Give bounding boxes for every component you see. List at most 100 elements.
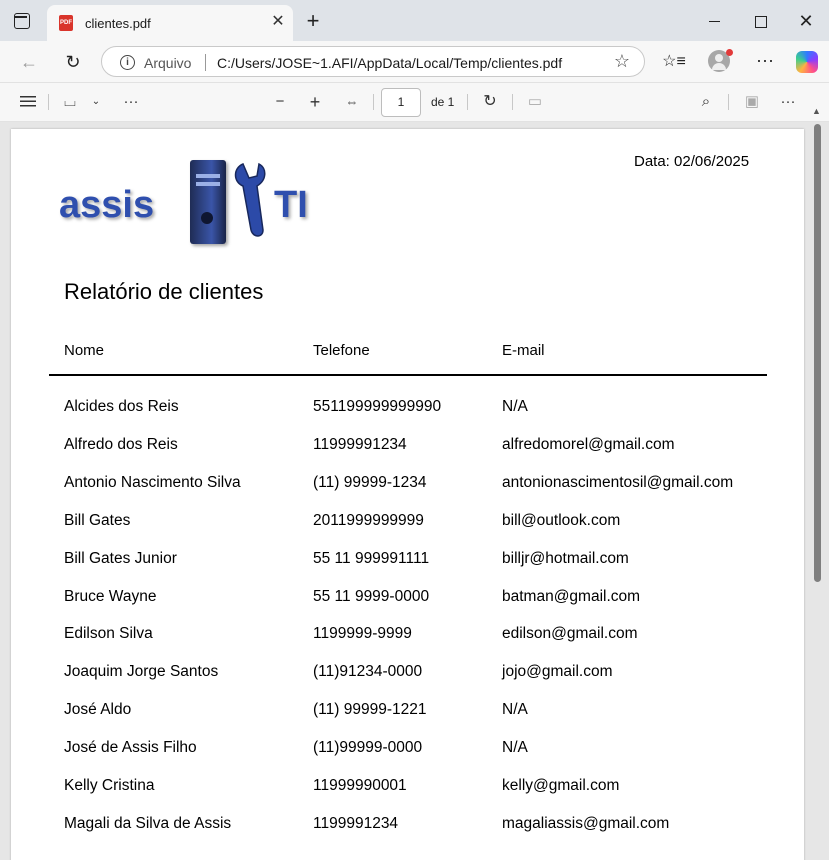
cell-nome: Kelly Cristina xyxy=(64,777,155,794)
tab-close-icon[interactable]: ✕ xyxy=(269,13,287,31)
cell-email: antonionascimentosil@gmail.com xyxy=(502,473,734,491)
table-row: Bruce Wayne 55 11 9999-0000 batman@gmail.c… xyxy=(11,588,804,614)
cell-email: bill@outlook.com xyxy=(502,511,621,529)
cell-email: N/A xyxy=(502,398,528,415)
more-options-icon[interactable]: ··· xyxy=(752,49,778,75)
cell-nome: Edilson Silva xyxy=(64,625,153,643)
toolbar-separator xyxy=(467,94,468,110)
cell-telefone: 11999990001 xyxy=(313,777,407,794)
cell-telefone: (11)91234-0000 xyxy=(313,663,423,681)
computer-tower-icon xyxy=(190,160,226,244)
favorites-icon[interactable]: ☆≡ xyxy=(661,49,687,75)
address-bar[interactable]: i Arquivo C:/Users/JOSE~1.AFI/AppData/Lo… xyxy=(101,46,645,77)
title-bar: PDF clientes.pdf ✕ + ✕ xyxy=(0,0,829,41)
url-text[interactable]: C:/Users/JOSE~1.AFI/AppData/Local/Temp/c… xyxy=(217,55,562,71)
report-title: Relatório de clientes xyxy=(64,279,264,304)
new-tab-button[interactable]: + xyxy=(302,10,324,32)
tab-actions-icon[interactable] xyxy=(14,13,30,29)
table-row: Edilson Silva 1199999-9999 edilson@gmail.c… xyxy=(11,625,804,651)
zoom-out-icon[interactable]: − xyxy=(268,91,292,113)
report-date: Data: 02/06/2025 xyxy=(634,153,750,170)
cell-telefone: 55 11 999991111 xyxy=(313,549,430,567)
draw-icon[interactable]: ⌴ xyxy=(58,91,82,113)
cell-email: N/A xyxy=(502,739,528,757)
page-view-icon[interactable]: ▭ xyxy=(523,91,547,113)
table-row: Bill Gates 2011999999999 bill@outlook.com xyxy=(11,512,804,538)
close-window-button[interactable]: ✕ xyxy=(791,8,821,34)
cell-email: kelly@gmail.com xyxy=(502,777,620,794)
table-row: Alfredo dos Reis 11999991234 alfredomorel@… xyxy=(11,436,804,462)
page-number-input[interactable]: 1 xyxy=(381,88,421,117)
table-row: Joaquim Jorge Santos (11)91234-0000 jojo@g… xyxy=(11,663,804,689)
cell-email: jojo@gmail.com xyxy=(502,663,613,681)
wrench-icon xyxy=(234,162,266,237)
info-icon[interactable]: i xyxy=(120,55,135,70)
tab-title: clientes.pdf xyxy=(85,16,151,31)
address-bar-row: ← ↻ i Arquivo C:/Users/JOSE~1.AFI/AppDat… xyxy=(0,41,829,82)
table-row: Antonio Nascimento Silva (11) 99999-1234 a… xyxy=(11,474,804,500)
toolbar-separator xyxy=(373,94,374,110)
cell-telefone: 551199999999990 xyxy=(313,398,442,415)
pdf-toolbar: ⌴ ⌄ ··· − + ⇔ 1 de 1 ↻ ▭ ⌕ ▣ ··· xyxy=(0,82,829,122)
cell-nome: Bruce Wayne xyxy=(64,587,157,605)
chevron-down-icon[interactable]: ⌄ xyxy=(84,91,108,113)
zoom-in-icon[interactable]: + xyxy=(303,91,327,113)
toolbar-separator xyxy=(728,94,729,110)
maximize-button[interactable] xyxy=(745,8,775,34)
search-icon[interactable]: ⌕ xyxy=(694,91,718,113)
star-favorite-icon[interactable]: ☆ xyxy=(614,51,630,72)
reload-button[interactable]: ↻ xyxy=(60,49,86,75)
logo-text-ti: TI xyxy=(274,184,308,226)
scrollbar-thumb[interactable] xyxy=(814,124,821,582)
scroll-up-arrow-icon[interactable]: ▲ xyxy=(812,106,821,116)
cell-telefone: 11999991234 xyxy=(313,435,407,453)
table-row: Magali da Silva de Assis 1199991234 magali… xyxy=(11,815,804,841)
cell-email: edilson@gmail.com xyxy=(502,625,638,643)
cell-nome: Bill Gates xyxy=(64,511,131,529)
table-row: Bill Gates Junior 55 11 999991111 billjr@h… xyxy=(11,550,804,576)
cell-email: alfredomorel@gmail.com xyxy=(502,435,675,453)
vertical-scrollbar[interactable]: ▲ xyxy=(811,106,825,860)
column-header-email: E-mail xyxy=(502,342,545,359)
page-count-label: de 1 xyxy=(431,95,455,109)
profile-notification-dot xyxy=(726,49,733,56)
pdf-more-options-icon[interactable]: ··· xyxy=(776,91,800,113)
address-separator xyxy=(205,54,206,71)
rotate-icon[interactable]: ↻ xyxy=(478,91,502,113)
pdf-page: assis TI Data: 02/06/2025 Relatório de c… xyxy=(11,129,804,860)
cell-telefone: (11) 99999-1221 xyxy=(313,701,427,719)
cell-nome: José Aldo xyxy=(64,701,132,719)
copilot-icon[interactable] xyxy=(796,51,818,73)
cell-telefone: (11)99999-0000 xyxy=(313,739,423,757)
table-row: José Aldo (11) 99999-1221 N/A xyxy=(11,701,804,727)
header-divider xyxy=(49,374,767,376)
pdf-file-icon: PDF xyxy=(59,15,73,31)
cell-telefone: 2011999999999 xyxy=(313,511,424,529)
cell-email: billjr@hotmail.com xyxy=(502,549,629,567)
cell-email: magaliassis@gmail.com xyxy=(502,814,670,832)
table-row: José de Assis Filho (11)99999-0000 N/A xyxy=(11,739,804,765)
logo-text-assis: assis xyxy=(59,184,155,226)
column-header-telefone: Telefone xyxy=(313,342,370,359)
cell-nome: Bill Gates Junior xyxy=(64,549,177,567)
table-of-contents-icon[interactable] xyxy=(16,91,40,113)
cell-nome: Antonio Nascimento Silva xyxy=(64,473,241,491)
table-row: Kelly Cristina 11999990001 kelly@gmail.com xyxy=(11,777,804,803)
cell-telefone: (11) 99999-1234 xyxy=(313,473,427,491)
scheme-label: Arquivo xyxy=(144,55,192,71)
back-button[interactable]: ← xyxy=(16,49,42,75)
minimize-button[interactable] xyxy=(700,8,730,34)
cell-nome: Joaquim Jorge Santos xyxy=(64,663,219,681)
cell-telefone: 1199999-9999 xyxy=(313,625,412,643)
cell-nome: Magali da Silva de Assis xyxy=(64,814,232,832)
cell-nome: Alfredo dos Reis xyxy=(64,435,178,453)
cell-email: batman@gmail.com xyxy=(502,587,641,605)
tab-clientes-pdf[interactable]: PDF clientes.pdf ✕ xyxy=(47,5,293,41)
fit-to-width-icon[interactable]: ⇔ xyxy=(340,91,364,113)
cell-nome: Alcides dos Reis xyxy=(64,398,179,415)
toolbar-separator xyxy=(512,94,513,110)
save-icon[interactable]: ▣ xyxy=(740,91,764,113)
assis-ti-logo: assis TI xyxy=(59,158,324,250)
more-tools-icon[interactable]: ··· xyxy=(119,91,143,113)
cell-telefone: 55 11 9999-0000 xyxy=(313,587,430,605)
